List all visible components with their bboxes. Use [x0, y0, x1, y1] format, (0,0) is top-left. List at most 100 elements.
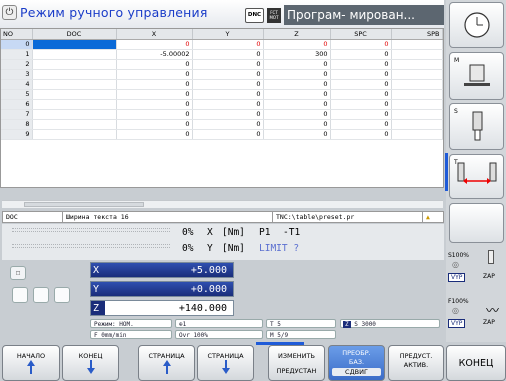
- feed-on-button[interactable]: ZAP: [483, 319, 495, 326]
- cell-doc[interactable]: [32, 89, 117, 100]
- table-row[interactable]: 90000: [1, 129, 443, 140]
- cell-doc[interactable]: [32, 129, 117, 140]
- cell-spc[interactable]: 0: [330, 109, 392, 120]
- cell-spb[interactable]: [391, 119, 443, 130]
- feed-off-button[interactable]: VYP: [448, 319, 466, 328]
- spindle-on-button[interactable]: ZAP: [483, 273, 495, 280]
- cell-y[interactable]: 0: [192, 69, 264, 80]
- cell-x[interactable]: 0: [116, 39, 193, 50]
- cell-z[interactable]: 0: [263, 59, 331, 70]
- cell-spc[interactable]: 0: [330, 39, 392, 50]
- cell-z[interactable]: 0: [263, 89, 331, 100]
- table-row[interactable]: 20000: [1, 59, 443, 70]
- cell-y[interactable]: 0: [192, 49, 264, 60]
- cell-spb[interactable]: [391, 89, 443, 100]
- cell-z[interactable]: 0: [263, 79, 331, 90]
- cell-spc[interactable]: 0: [330, 69, 392, 80]
- scrollbar-thumb[interactable]: [24, 202, 144, 207]
- softkey-change-preset[interactable]: ИЗМЕНИТЬ ПРЕДУСТАН: [268, 345, 325, 381]
- spindle-off-button[interactable]: VYP: [448, 273, 466, 282]
- cell-y[interactable]: 0: [192, 39, 264, 50]
- cell-spc[interactable]: 0: [330, 79, 392, 90]
- cell-no[interactable]: 1: [1, 49, 33, 60]
- cell-z[interactable]: 0: [263, 39, 331, 50]
- cell-no[interactable]: 3: [1, 69, 33, 80]
- cell-doc[interactable]: [32, 49, 117, 60]
- cell-y[interactable]: 0: [192, 119, 264, 130]
- column-header-no[interactable]: NO: [1, 29, 33, 40]
- end-button[interactable]: КОНЕЦ: [446, 345, 506, 381]
- cell-y[interactable]: 0: [192, 89, 264, 100]
- cell-x[interactable]: -5.00002: [116, 49, 193, 60]
- column-header-y[interactable]: Y: [192, 29, 264, 40]
- cell-x[interactable]: 0: [116, 89, 193, 100]
- clock-button[interactable]: [449, 2, 504, 48]
- cell-y[interactable]: 0: [192, 109, 264, 120]
- table-row[interactable]: 80000: [1, 119, 443, 130]
- horizontal-scrollbar[interactable]: [2, 200, 443, 208]
- softkey-end[interactable]: КОНЕЦ: [62, 345, 119, 381]
- column-header-doc[interactable]: DOC: [32, 29, 117, 40]
- program-mode[interactable]: DNC FCT MOT Програм- мирован...: [245, 4, 444, 26]
- cell-x[interactable]: 0: [116, 79, 193, 90]
- column-header-spc[interactable]: SPC: [330, 29, 392, 40]
- cell-doc[interactable]: [32, 119, 117, 130]
- cell-no[interactable]: 5: [1, 89, 33, 100]
- cell-spb[interactable]: [391, 39, 443, 50]
- cell-doc[interactable]: [32, 69, 117, 80]
- softkey-page-down[interactable]: СТРАНИЦА: [197, 345, 254, 381]
- cell-spc[interactable]: 0: [330, 119, 392, 130]
- table-row[interactable]: 60000: [1, 99, 443, 110]
- cell-x[interactable]: 0: [116, 119, 193, 130]
- cell-x[interactable]: 0: [116, 129, 193, 140]
- cell-no[interactable]: 9: [1, 129, 33, 140]
- cell-z[interactable]: 0: [263, 99, 331, 110]
- m-function-button[interactable]: M: [449, 52, 504, 100]
- program-mode-title[interactable]: Програм- мирован...: [284, 5, 444, 25]
- cell-no[interactable]: 8: [1, 119, 33, 130]
- column-header-z[interactable]: Z: [263, 29, 331, 40]
- cell-doc[interactable]: [32, 79, 117, 90]
- spindle-button[interactable]: S: [449, 103, 504, 150]
- cell-no[interactable]: 7: [1, 109, 33, 120]
- cell-doc[interactable]: [32, 59, 117, 70]
- cell-spc[interactable]: 0: [330, 99, 392, 110]
- softkey-activate-preset[interactable]: ПРЕДУСТ. АКТИВ.: [388, 345, 444, 381]
- tool-call-button[interactable]: T: [449, 154, 504, 199]
- cell-z[interactable]: 0: [263, 129, 331, 140]
- cell-no[interactable]: 2: [1, 59, 33, 70]
- table-row[interactable]: 1 -5.00002 0 300 0: [1, 49, 443, 60]
- cell-x[interactable]: 0: [116, 59, 193, 70]
- cell-y[interactable]: 0: [192, 99, 264, 110]
- cell-spb[interactable]: [391, 109, 443, 120]
- softkey-page-up[interactable]: СТРАНИЦА: [138, 345, 195, 381]
- cell-y[interactable]: 0: [192, 129, 264, 140]
- cell-no[interactable]: 0: [1, 39, 33, 50]
- cell-z[interactable]: 0: [263, 69, 331, 80]
- cell-z[interactable]: 300: [263, 49, 331, 60]
- cell-spb[interactable]: [391, 79, 443, 90]
- cell-x[interactable]: 0: [116, 69, 193, 80]
- cell-y[interactable]: 0: [192, 79, 264, 90]
- cell-spb[interactable]: [391, 49, 443, 60]
- cell-spb[interactable]: [391, 69, 443, 80]
- cell-z[interactable]: 0: [263, 119, 331, 130]
- cell-no[interactable]: 4: [1, 79, 33, 90]
- cell-spc[interactable]: 0: [330, 59, 392, 70]
- softkey-datum-transform[interactable]: ПРЕОБР. БАЗ. СДВИГ: [328, 345, 385, 381]
- cell-x[interactable]: 0: [116, 99, 193, 110]
- cell-spc[interactable]: 0: [330, 89, 392, 100]
- cell-doc[interactable]: [32, 39, 117, 50]
- column-header-spb[interactable]: SPB: [391, 29, 443, 40]
- cell-spb[interactable]: [391, 99, 443, 110]
- empty-softkey[interactable]: [449, 203, 504, 243]
- softkey-begin[interactable]: НАЧАЛО: [2, 345, 60, 381]
- cell-doc[interactable]: [32, 109, 117, 120]
- column-header-x[interactable]: X: [116, 29, 193, 40]
- cell-no[interactable]: 6: [1, 99, 33, 110]
- cell-spc[interactable]: 0: [330, 49, 392, 60]
- table-row[interactable]: 50000: [1, 89, 443, 100]
- cell-x[interactable]: 0: [116, 109, 193, 120]
- cell-y[interactable]: 0: [192, 59, 264, 70]
- cell-spb[interactable]: [391, 129, 443, 140]
